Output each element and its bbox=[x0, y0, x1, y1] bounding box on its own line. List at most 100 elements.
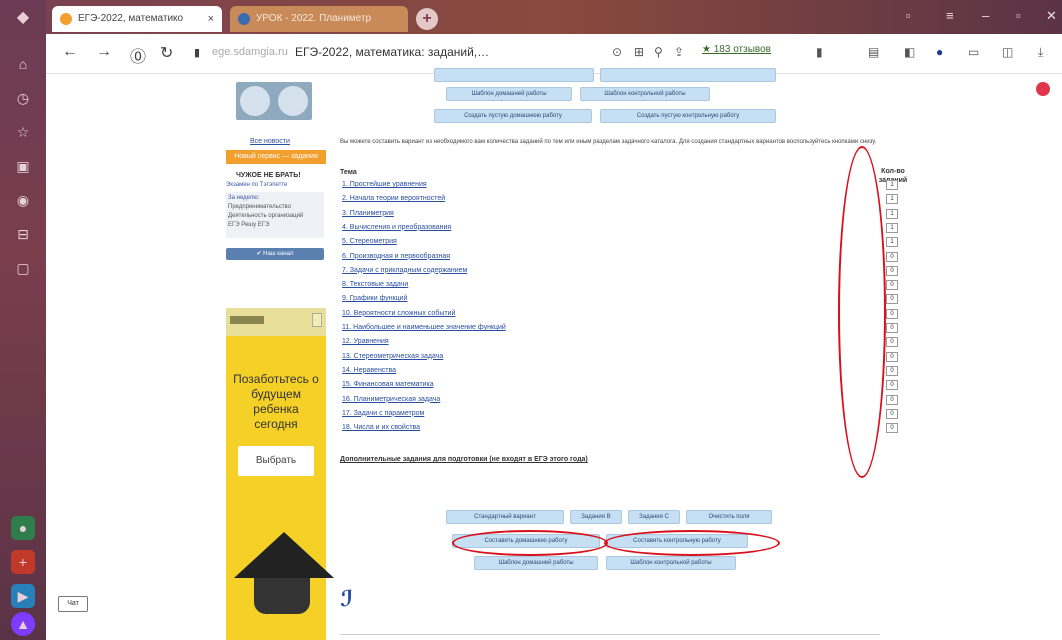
topic-link[interactable]: 5. Стереометрия bbox=[342, 238, 397, 245]
close-window-icon[interactable]: ✕ bbox=[1046, 8, 1057, 24]
collections-icon[interactable]: ▣ bbox=[11, 154, 35, 178]
extra-tasks-link[interactable]: Дополнительные задания для подготовки (н… bbox=[340, 456, 588, 463]
task-count-input[interactable]: 1 bbox=[886, 208, 898, 219]
graduation-cap-icon bbox=[234, 532, 334, 578]
notes-icon[interactable]: ▢ bbox=[11, 256, 35, 280]
maximize-icon[interactable]: ▫ bbox=[1016, 8, 1021, 23]
topic-link[interactable]: 18. Числа и их свойства bbox=[342, 424, 420, 431]
topic-link[interactable]: 9. Графики функций bbox=[342, 295, 408, 302]
topic-link[interactable]: 2. Начала теории вероятностей bbox=[342, 195, 445, 202]
download-icon[interactable]: ⤓ bbox=[1038, 45, 1043, 60]
topic-link[interactable]: 7. Задачи с прикладным содержанием bbox=[342, 267, 467, 274]
topic-link[interactable]: 16. Планиметрическая задача bbox=[342, 396, 440, 403]
app-icon-2[interactable]: + bbox=[11, 550, 35, 574]
reviews-link[interactable]: ★ 183 отзывов bbox=[702, 44, 771, 55]
media-icon[interactable]: ◉ bbox=[11, 188, 35, 212]
topic-link[interactable]: 14. Неравенства bbox=[342, 367, 396, 374]
topic-link[interactable]: 6. Производная и первообразная bbox=[342, 253, 450, 260]
topic-link[interactable]: 4. Вычисления и преобразования bbox=[342, 224, 451, 231]
task-count-input[interactable]: 1 bbox=[886, 237, 898, 248]
task-count-input[interactable]: 0 bbox=[886, 323, 898, 333]
task-count-input[interactable]: 0 bbox=[886, 394, 898, 405]
advertisement-banner[interactable]: Позаботьтесь о будущем ребенка сегодня В… bbox=[226, 308, 334, 640]
account-icon[interactable]: ⓪ bbox=[130, 43, 146, 67]
topic-link[interactable]: 12. Уравнения bbox=[342, 338, 389, 345]
all-news-link[interactable]: Все новости bbox=[250, 138, 290, 145]
topic-link[interactable]: 15. Финансовая математика bbox=[342, 381, 434, 388]
minimize-icon[interactable]: – bbox=[982, 8, 989, 23]
search-icon[interactable]: ⚲ bbox=[654, 45, 663, 59]
task-count-input[interactable]: 1 bbox=[886, 180, 898, 190]
tab-menu-icon[interactable]: ▫ bbox=[906, 8, 911, 23]
vk-channel-button[interactable]: ✔ Наш канал bbox=[226, 248, 324, 260]
task-count-input[interactable]: 0 bbox=[886, 265, 898, 276]
profile-icon[interactable]: ● bbox=[936, 45, 943, 59]
task-count-input[interactable]: 0 bbox=[886, 351, 898, 362]
topic-link[interactable]: 13. Стереометрическая задача bbox=[342, 353, 443, 360]
history-icon[interactable]: ◷ bbox=[11, 86, 35, 110]
bookmarks-icon[interactable]: ☆ bbox=[11, 120, 35, 144]
new-tab-button[interactable]: + bbox=[416, 8, 438, 30]
task-count-input[interactable]: 0 bbox=[886, 294, 898, 305]
clear-fields-button[interactable]: Очистить поля bbox=[686, 510, 772, 524]
task-count-input[interactable]: 0 bbox=[886, 280, 898, 291]
app-icon-1[interactable]: ● bbox=[11, 516, 35, 540]
topic-link[interactable]: 1. Простейшие уравнения bbox=[342, 181, 427, 188]
task-count-input[interactable]: 0 bbox=[886, 365, 898, 376]
new-service-button[interactable]: Новый сервис — задания bbox=[226, 150, 326, 164]
app-icon-3[interactable]: ▶ bbox=[11, 584, 35, 608]
pdf-icon[interactable]: ◫ bbox=[1002, 45, 1013, 59]
reload-icon[interactable]: ↻ bbox=[160, 43, 173, 63]
topic-link[interactable]: 8. Текстовые задачи bbox=[342, 281, 408, 288]
tasks-b-button[interactable]: Задания B bbox=[570, 510, 622, 524]
back-icon[interactable]: ← bbox=[62, 43, 78, 61]
homework-template-button[interactable]: Шаблон домашней работы bbox=[446, 87, 572, 101]
extension-icon[interactable]: ◧ bbox=[904, 45, 915, 59]
test-template-button[interactable]: Шаблон контрольной работы bbox=[580, 87, 710, 101]
share-icon[interactable]: ⇪ bbox=[674, 45, 684, 59]
task-count-input[interactable]: 0 bbox=[886, 337, 898, 348]
ad-choose-button[interactable]: Выбрать bbox=[238, 446, 314, 476]
window-icon[interactable]: ▤ bbox=[868, 45, 879, 59]
battery-icon[interactable]: ▭ bbox=[968, 45, 979, 59]
assistant-icon[interactable]: ▲ bbox=[11, 612, 35, 636]
test-template-button-bottom[interactable]: Шаблон контрольной работы bbox=[606, 556, 736, 570]
url-host[interactable]: ege.sdamgia.ru bbox=[212, 46, 288, 58]
browser-logo-icon[interactable]: ◆ bbox=[11, 6, 35, 30]
site-logo-icon[interactable]: ℐ bbox=[340, 586, 353, 612]
tasks-c-button[interactable]: Задания C bbox=[628, 510, 680, 524]
task-count-input[interactable]: 0 bbox=[886, 251, 898, 262]
topic-link[interactable]: 10. Вероятности сложных событий bbox=[342, 310, 455, 317]
homework-template-button-bottom[interactable]: Шаблон домашней работы bbox=[474, 556, 598, 570]
downloads-icon[interactable]: ⊟ bbox=[11, 222, 35, 246]
forward-icon[interactable]: → bbox=[96, 43, 112, 61]
task-count-input[interactable]: 0 bbox=[886, 423, 898, 434]
notification-badge-icon[interactable] bbox=[1036, 82, 1050, 96]
tab-ege[interactable]: ЕГЭ-2022, математико × bbox=[52, 6, 222, 32]
sidebar-subheading[interactable]: Экзамен по Тэтэпетте bbox=[226, 182, 287, 188]
home-icon[interactable]: ⌂ bbox=[11, 52, 35, 76]
topic-link[interactable]: 11. Наибольшее и наименьшее значение фун… bbox=[342, 324, 506, 331]
standard-variant-button[interactable]: Стандартный вариант bbox=[446, 510, 564, 524]
ad-close-icon[interactable] bbox=[312, 313, 322, 327]
url-title[interactable]: ЕГЭ-2022, математика: заданий,… bbox=[295, 45, 489, 59]
top-partial-button[interactable] bbox=[600, 68, 776, 82]
tab-close-icon[interactable]: × bbox=[208, 6, 214, 32]
menu-icon[interactable]: ≡ bbox=[946, 8, 954, 23]
topic-link[interactable]: 3. Планиметрия bbox=[342, 210, 394, 217]
task-count-input[interactable]: 0 bbox=[886, 408, 898, 419]
task-count-input[interactable]: 0 bbox=[886, 308, 898, 319]
chat-button[interactable]: Чат bbox=[58, 596, 88, 612]
task-count-input[interactable]: 1 bbox=[886, 222, 898, 233]
topic-link[interactable]: 17. Задачи с параметром bbox=[342, 410, 424, 417]
task-count-input[interactable]: 0 bbox=[886, 380, 898, 391]
tab-lesson[interactable]: УРОК - 2022. Планиметр bbox=[230, 6, 408, 32]
top-partial-button[interactable] bbox=[434, 68, 594, 82]
empty-homework-button[interactable]: Создать пустую домашнюю работу bbox=[434, 109, 592, 123]
task-count-input[interactable]: 1 bbox=[886, 194, 898, 205]
news-thumbnail[interactable] bbox=[236, 82, 312, 120]
bookmark-icon[interactable]: ▮ bbox=[816, 45, 823, 59]
reader-icon[interactable]: ⊙ bbox=[612, 45, 622, 59]
empty-test-button[interactable]: Создать пустую контрольную работу bbox=[600, 109, 776, 123]
translate-icon[interactable]: ⊞ bbox=[634, 45, 644, 59]
